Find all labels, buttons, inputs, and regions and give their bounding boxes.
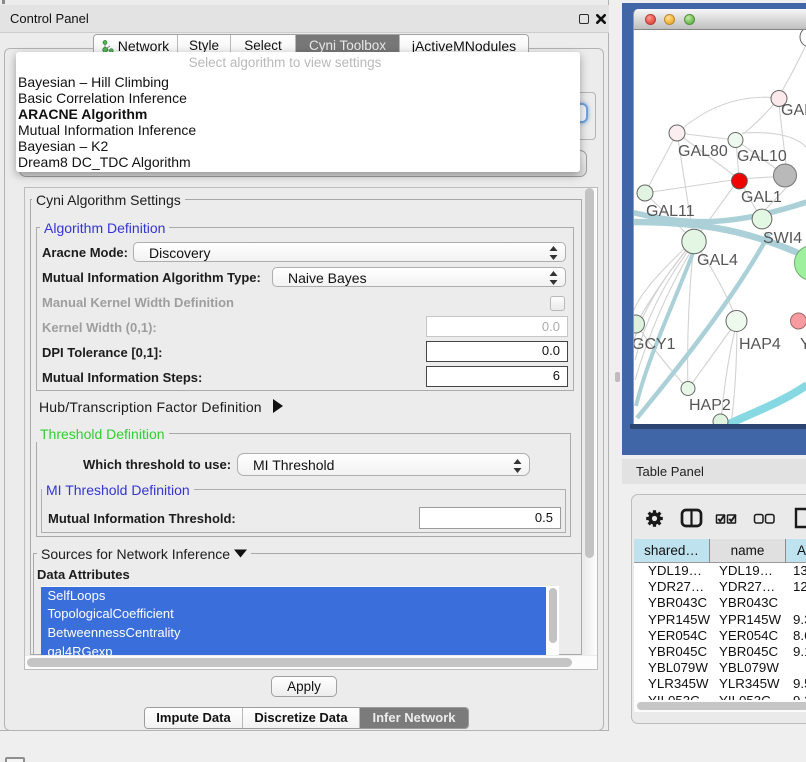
svg-text:SWI4: SWI4 bbox=[763, 230, 802, 247]
svg-text:HAP2: HAP2 bbox=[689, 397, 731, 414]
svg-text:HAP4: HAP4 bbox=[739, 336, 781, 353]
svg-text:GAL1: GAL1 bbox=[741, 189, 782, 206]
svg-text:GAL11: GAL11 bbox=[646, 203, 695, 220]
svg-text:Y: Y bbox=[800, 336, 806, 353]
svg-text:GCY1: GCY1 bbox=[634, 336, 676, 353]
svg-text:GAL80: GAL80 bbox=[678, 143, 728, 160]
svg-text:GAL10: GAL10 bbox=[737, 148, 787, 165]
svg-text:GAL7: GAL7 bbox=[781, 102, 806, 119]
svg-text:GAL4: GAL4 bbox=[697, 252, 738, 269]
